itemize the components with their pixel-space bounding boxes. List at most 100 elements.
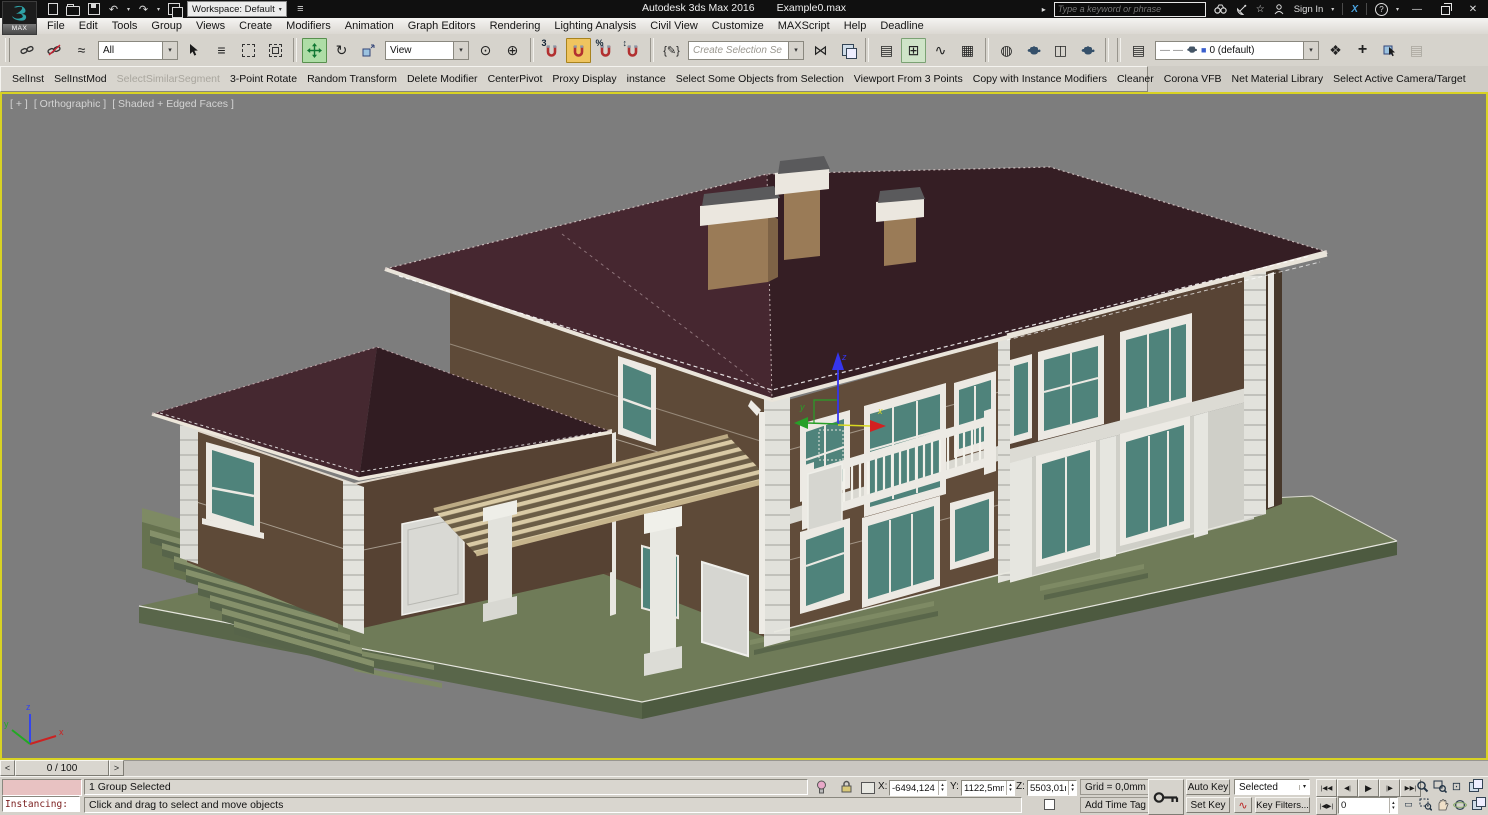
- button-selinstmod[interactable]: SelInstMod: [49, 71, 112, 87]
- render-production-icon[interactable]: [1075, 38, 1100, 63]
- new-scene-icon[interactable]: [46, 2, 59, 16]
- x-coord-field[interactable]: ▴▾: [889, 780, 947, 796]
- curve-editor-icon[interactable]: ∿: [928, 38, 953, 63]
- isolate-selection-icon[interactable]: [816, 780, 827, 797]
- pan-zoom-mode-icon[interactable]: ▭: [1400, 796, 1417, 813]
- menu-customize[interactable]: Customize: [705, 18, 771, 34]
- undo-icon[interactable]: ↶: [107, 2, 120, 16]
- toolbar-grip[interactable]: [5, 38, 10, 62]
- redo-dropdown-icon[interactable]: ▾: [157, 6, 160, 13]
- button-cleaner[interactable]: Cleaner: [1112, 71, 1159, 87]
- zoom-icon[interactable]: [1414, 778, 1431, 795]
- sign-in-caret-icon[interactable]: ▾: [1331, 6, 1334, 13]
- sign-in-button[interactable]: Sign In: [1294, 4, 1324, 15]
- named-selection-dropdown[interactable]: Create Selection Se ▾: [688, 40, 804, 60]
- selection-filter-dropdown[interactable]: All ▾: [98, 40, 178, 60]
- x-coord-input[interactable]: [890, 781, 938, 795]
- previous-frame-button[interactable]: <: [0, 760, 15, 776]
- unlink-selection-icon[interactable]: [42, 38, 67, 63]
- pan-view-icon[interactable]: [1434, 796, 1451, 813]
- frame-spinner[interactable]: ▴ ▾: [1388, 798, 1397, 813]
- y-coord-input[interactable]: [962, 781, 1007, 795]
- percent-snap-toggle-icon[interactable]: %: [593, 38, 618, 63]
- undo-dropdown-icon[interactable]: ▾: [127, 6, 130, 13]
- absolute-offset-mode-icon[interactable]: [861, 782, 875, 794]
- maximize-viewport-toggle-icon[interactable]: [1468, 796, 1486, 813]
- button-corona-vfb[interactable]: Corona VFB: [1159, 71, 1227, 87]
- named-selection-sets-icon[interactable]: {✎}: [659, 38, 684, 63]
- orbit-icon[interactable]: [1451, 796, 1468, 813]
- mirror-icon[interactable]: ⋈: [808, 38, 833, 63]
- 3dsmax-logo[interactable]: MAX: [2, 1, 37, 35]
- button-proxy-display[interactable]: Proxy Display: [547, 71, 621, 87]
- reference-coordinate-dropdown[interactable]: View ▾: [385, 40, 469, 60]
- set-keys-button[interactable]: [1148, 779, 1184, 815]
- maxscript-listener[interactable]: Instancing:: [2, 796, 80, 812]
- button-copy-with-instance-modifiers[interactable]: Copy with Instance Modifiers: [968, 71, 1112, 87]
- angle-snap-toggle-icon[interactable]: [566, 37, 591, 63]
- key-mode-toggle[interactable]: |◀▶|: [1316, 797, 1337, 815]
- rendered-frame-window-icon[interactable]: ◫: [1048, 38, 1073, 63]
- button-net-material-library[interactable]: Net Material Library: [1227, 71, 1329, 87]
- button-viewport-from-3-points[interactable]: Viewport From 3 Points: [849, 71, 968, 87]
- material-editor-icon[interactable]: ◍: [994, 38, 1019, 63]
- window-crossing-icon[interactable]: [263, 38, 288, 63]
- project-folder-icon[interactable]: [167, 2, 183, 18]
- favorites-star-icon[interactable]: ☆: [1256, 4, 1265, 15]
- menu-group[interactable]: Group: [144, 18, 189, 34]
- schematic-view-icon[interactable]: ▦: [955, 38, 980, 63]
- viewport-maximize-label[interactable]: [ + ]: [10, 98, 28, 110]
- menu-deadline[interactable]: Deadline: [873, 18, 930, 34]
- restore-button[interactable]: [1435, 2, 1455, 16]
- layer-dropdown[interactable]: — — ■ 0 (default) ▾: [1155, 40, 1319, 60]
- align-icon[interactable]: [835, 38, 860, 63]
- minimize-button[interactable]: —: [1407, 4, 1427, 15]
- menu-modifiers[interactable]: Modifiers: [279, 18, 338, 34]
- button-select-active-camera[interactable]: Select Active Camera/Target: [1328, 71, 1470, 87]
- create-new-layer-icon[interactable]: ❖: [1323, 38, 1348, 63]
- menu-create[interactable]: Create: [232, 18, 279, 34]
- active-viewport[interactable]: x y z z x y [ + ] [ Orthographic ] [ Sha…: [0, 92, 1488, 760]
- help-search-box[interactable]: [1053, 1, 1206, 17]
- menu-views[interactable]: Views: [189, 18, 232, 34]
- time-slider-thumb[interactable]: 0 / 100: [15, 760, 109, 776]
- z-coord-input[interactable]: [1028, 781, 1069, 795]
- close-button[interactable]: ✕: [1463, 4, 1483, 15]
- spinner-snap-toggle-icon[interactable]: ↕: [620, 38, 645, 63]
- track-bar[interactable]: [124, 760, 1488, 776]
- menu-civil-view[interactable]: Civil View: [643, 18, 704, 34]
- bind-to-space-warp-icon[interactable]: ≈: [69, 38, 94, 63]
- key-filters-button[interactable]: Key Filters...: [1255, 797, 1310, 813]
- y-spinner[interactable]: ▴ ▾: [1006, 781, 1014, 795]
- set-key-button[interactable]: Set Key: [1186, 797, 1230, 813]
- select-objects-in-layer-icon[interactable]: [1377, 38, 1402, 63]
- redo-icon[interactable]: ↷: [137, 2, 150, 16]
- default-tangent-icon[interactable]: ∿: [1234, 797, 1252, 813]
- menu-file[interactable]: File: [40, 18, 72, 34]
- add-selection-to-layer-icon[interactable]: +: [1350, 38, 1375, 63]
- scene-explorer-icon[interactable]: ⊞: [901, 37, 926, 63]
- search-go-icon[interactable]: ▸: [1042, 5, 1046, 14]
- communication-center-icon[interactable]: [1235, 2, 1248, 16]
- go-to-start-button[interactable]: |◀◀: [1316, 779, 1337, 797]
- toolbar-overflow-icon[interactable]: ≡: [294, 2, 307, 16]
- select-and-rotate-icon[interactable]: ↻: [329, 38, 354, 63]
- x-spinner[interactable]: ▴ ▾: [937, 781, 946, 795]
- previous-frame-button[interactable]: ◀|: [1337, 779, 1358, 797]
- z-coord-field[interactable]: ▴▾: [1027, 780, 1077, 796]
- z-spinner[interactable]: ▴ ▾: [1068, 781, 1076, 795]
- auto-key-button[interactable]: Auto Key: [1186, 779, 1230, 795]
- viewport-shading-label[interactable]: [ Shaded + Edged Faces ]: [112, 98, 234, 110]
- zoom-region-icon[interactable]: [1417, 796, 1434, 813]
- manage-layers-icon[interactable]: ▤: [1126, 38, 1151, 63]
- zoom-extents-icon[interactable]: ⊡: [1448, 778, 1465, 795]
- search-binoculars-icon[interactable]: [1214, 2, 1227, 16]
- select-and-link-icon[interactable]: [15, 38, 40, 63]
- y-coord-field[interactable]: ▴▾: [961, 780, 1015, 796]
- button-selectsimilarsegment[interactable]: SelectSimilarSegment: [112, 71, 225, 87]
- help-icon[interactable]: ?: [1374, 2, 1388, 16]
- select-by-name-icon[interactable]: ≡: [209, 38, 234, 63]
- menu-help[interactable]: Help: [837, 18, 874, 34]
- save-file-icon[interactable]: [87, 2, 100, 16]
- select-and-scale-icon[interactable]: [356, 38, 381, 63]
